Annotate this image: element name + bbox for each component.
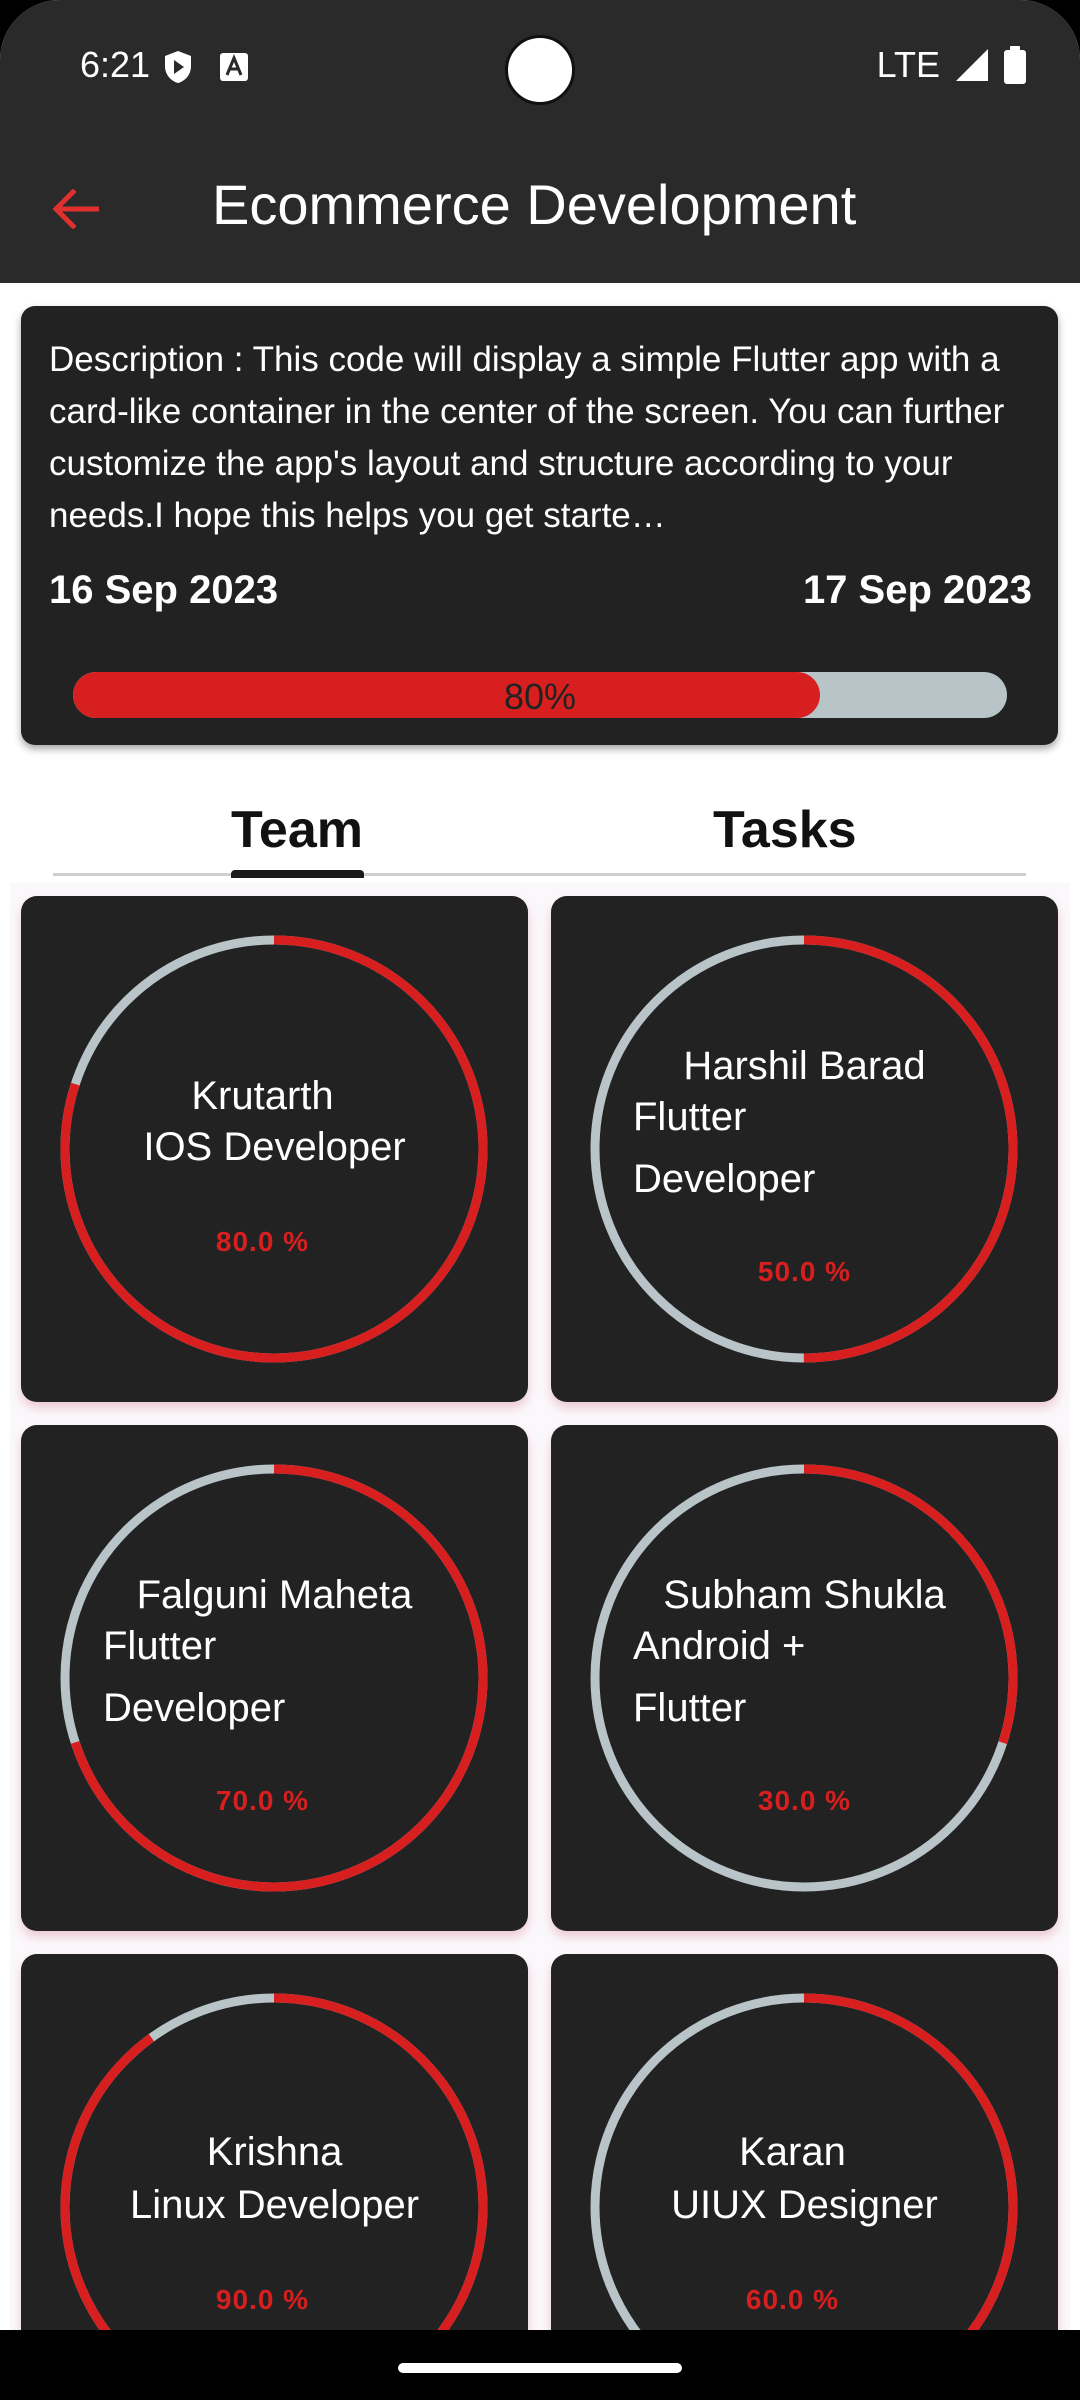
project-card: Description : This code will display a s… — [21, 306, 1058, 745]
status-icons — [163, 50, 249, 84]
team-member-card[interactable]: Subham Shukla Android + Flutter 30.0 % — [551, 1425, 1058, 1931]
font-icon — [220, 53, 248, 81]
member-percent: 60.0 % — [745, 2284, 840, 2315]
battery-icon — [1004, 46, 1026, 84]
member-percent: 70.0 % — [215, 1785, 310, 1816]
team-member-card[interactable]: Falguni Maheta Flutter Developer 70.0 % — [21, 1425, 528, 1931]
team-grid: Krutarth IOS Developer 80.0 % Harshil Ba… — [10, 883, 1070, 2330]
member-percent: 50.0 % — [757, 1256, 852, 1287]
progress-label: 80% — [503, 676, 577, 717]
signal-icon — [956, 49, 988, 81]
back-button[interactable] — [42, 176, 108, 242]
member-name: Falguni Maheta — [136, 1573, 413, 1617]
member-percent: 90.0 % — [215, 2284, 310, 2315]
home-gesture-handle[interactable] — [398, 2363, 682, 2373]
team-member-card[interactable]: Karan UIUX Designer 60.0 % — [551, 1954, 1058, 2330]
team-member-card[interactable]: Harshil Barad Flutter Developer 50.0 % — [551, 896, 1058, 1402]
member-name: Subham Shukla — [663, 1573, 946, 1617]
team-member-card[interactable]: Krishna Linux Developer 90.0 % — [21, 1954, 528, 2330]
project-description: Description : This code will display a s… — [49, 340, 1005, 535]
page-title: Ecommerce Development — [212, 173, 857, 236]
member-role: Flutter Developer — [633, 1095, 816, 1201]
end-date: 17 Sep 2023 — [802, 568, 1032, 612]
member-role: IOS Developer — [143, 1125, 406, 1169]
member-name: Karan — [739, 2130, 846, 2174]
project-progress-bar: 80% — [73, 672, 1007, 718]
top-bar: 6:21 LTE Ecommerce Development — [0, 0, 1080, 283]
status-right: LTE — [877, 44, 1026, 86]
member-role: Android + Flutter — [633, 1624, 806, 1730]
network-label: LTE — [876, 44, 940, 85]
status-time: 6:21 — [80, 44, 151, 85]
member-name: Krishna — [206, 2130, 343, 2174]
start-date: 16 Sep 2023 — [49, 568, 279, 612]
member-name: Harshil Barad — [683, 1044, 926, 1088]
member-percent: 30.0 % — [757, 1785, 852, 1816]
tab-bar: Team Tasks — [53, 785, 1026, 878]
member-role: Linux Developer — [129, 2183, 420, 2227]
member-percent: 80.0 % — [215, 1226, 310, 1257]
screen: 6:21 LTE Ecommerce Development Descripti… — [0, 0, 1080, 2400]
tab-tasks[interactable]: Tasks — [713, 800, 857, 860]
member-role: UIUX Designer — [671, 2183, 938, 2227]
shield-icon — [165, 51, 191, 83]
team-member-card[interactable]: Krutarth IOS Developer 80.0 % — [21, 896, 528, 1402]
tab-indicator — [231, 870, 364, 878]
camera-cutout — [505, 35, 575, 105]
tab-team[interactable]: Team — [231, 800, 363, 860]
arrow-back-icon — [52, 189, 99, 229]
member-role: Flutter Developer — [103, 1624, 286, 1730]
member-name: Krutarth — [191, 1074, 334, 1118]
